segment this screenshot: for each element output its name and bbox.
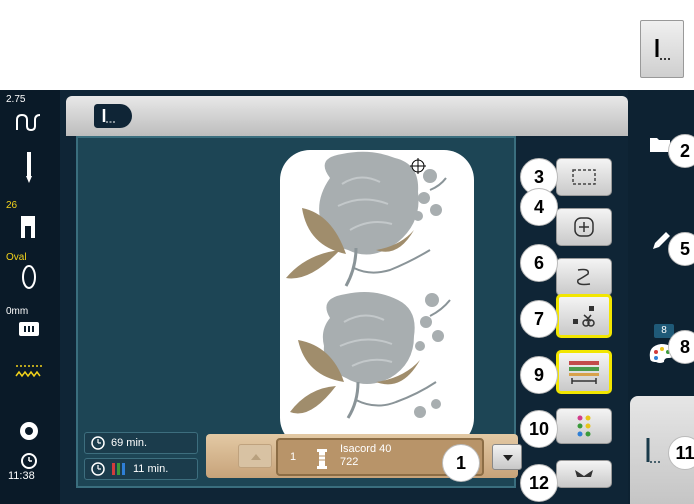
clock-time: 11:38 <box>8 470 35 482</box>
thread-spool-icon <box>317 449 327 469</box>
color-sequence-button[interactable] <box>556 350 612 394</box>
callout-6: 6 <box>520 244 558 282</box>
embroidery-tab[interactable] <box>94 104 132 128</box>
needle-icon <box>26 152 32 183</box>
previous-color-button[interactable] <box>238 444 272 468</box>
jump-stitch-cut-button[interactable] <box>556 294 612 338</box>
stitch-path-icon <box>577 268 591 286</box>
callout-4: 4 <box>520 188 558 226</box>
color-rows-icon <box>569 361 599 384</box>
color-dots-icon <box>577 415 591 437</box>
embroidery-design <box>286 151 451 419</box>
callout-9: 9 <box>520 356 558 394</box>
hoop-area[interactable] <box>280 150 474 448</box>
stitch-plate-icon <box>19 322 39 336</box>
hoop-icon <box>22 265 36 289</box>
color-time-display: 11 min. <box>84 458 198 480</box>
clock-icon <box>91 436 105 450</box>
bobbin-wing-icon <box>575 470 593 477</box>
callout-11: 11 <box>668 436 694 470</box>
needle-icon <box>655 39 671 60</box>
presser-foot-icon <box>16 113 41 132</box>
offset-value: 0mm <box>6 306 29 317</box>
bobbin-icon <box>20 422 38 440</box>
clock-icon <box>91 462 105 476</box>
left-status-bar: 2.75 26 Oval 0mm 11:38 <box>0 90 60 504</box>
thread-name: Isacord 40 <box>340 443 392 455</box>
stitch-mode-icon-button[interactable] <box>640 20 684 78</box>
callout-2: 2 <box>668 134 694 168</box>
color-info-button[interactable] <box>556 408 612 444</box>
zoom-icon <box>574 217 594 237</box>
presser-foot-type-icon <box>21 216 35 238</box>
callout-1: 1 <box>442 444 480 482</box>
arrow-up-icon <box>251 454 261 460</box>
thread-dropdown-button[interactable] <box>492 444 522 470</box>
needle-position-value: 26 <box>6 200 18 211</box>
select-area-button[interactable] <box>556 158 612 196</box>
callout-8: 8 <box>668 330 694 364</box>
callout-10: 10 <box>520 410 558 448</box>
callout-5: 5 <box>668 232 694 266</box>
foot-control-button[interactable] <box>556 460 612 488</box>
thread-code: 722 <box>340 456 359 468</box>
callout-7: 7 <box>520 300 558 338</box>
needle-icon <box>646 438 662 463</box>
stitch-pattern-icon <box>15 365 42 378</box>
callout-12: 12 <box>520 464 558 502</box>
top-tab-bar <box>66 96 628 136</box>
stitch-length-value: 2.75 <box>6 94 26 105</box>
dashed-rectangle-icon <box>572 169 596 185</box>
stitch-order-button[interactable] <box>556 258 612 296</box>
hoop-name: Oval <box>6 252 27 263</box>
chevron-down-icon <box>503 455 513 461</box>
color-bars-icon <box>112 463 125 475</box>
thread-index: 1 <box>290 451 297 463</box>
zoom-button[interactable] <box>556 208 612 246</box>
needle-icon <box>102 109 116 123</box>
total-time-text: 69 min. <box>111 437 148 449</box>
scissors-icon <box>573 306 595 327</box>
clock-icon <box>21 453 37 469</box>
total-time-display: 69 min. <box>84 432 198 454</box>
color-time-text: 11 min. <box>133 463 169 475</box>
